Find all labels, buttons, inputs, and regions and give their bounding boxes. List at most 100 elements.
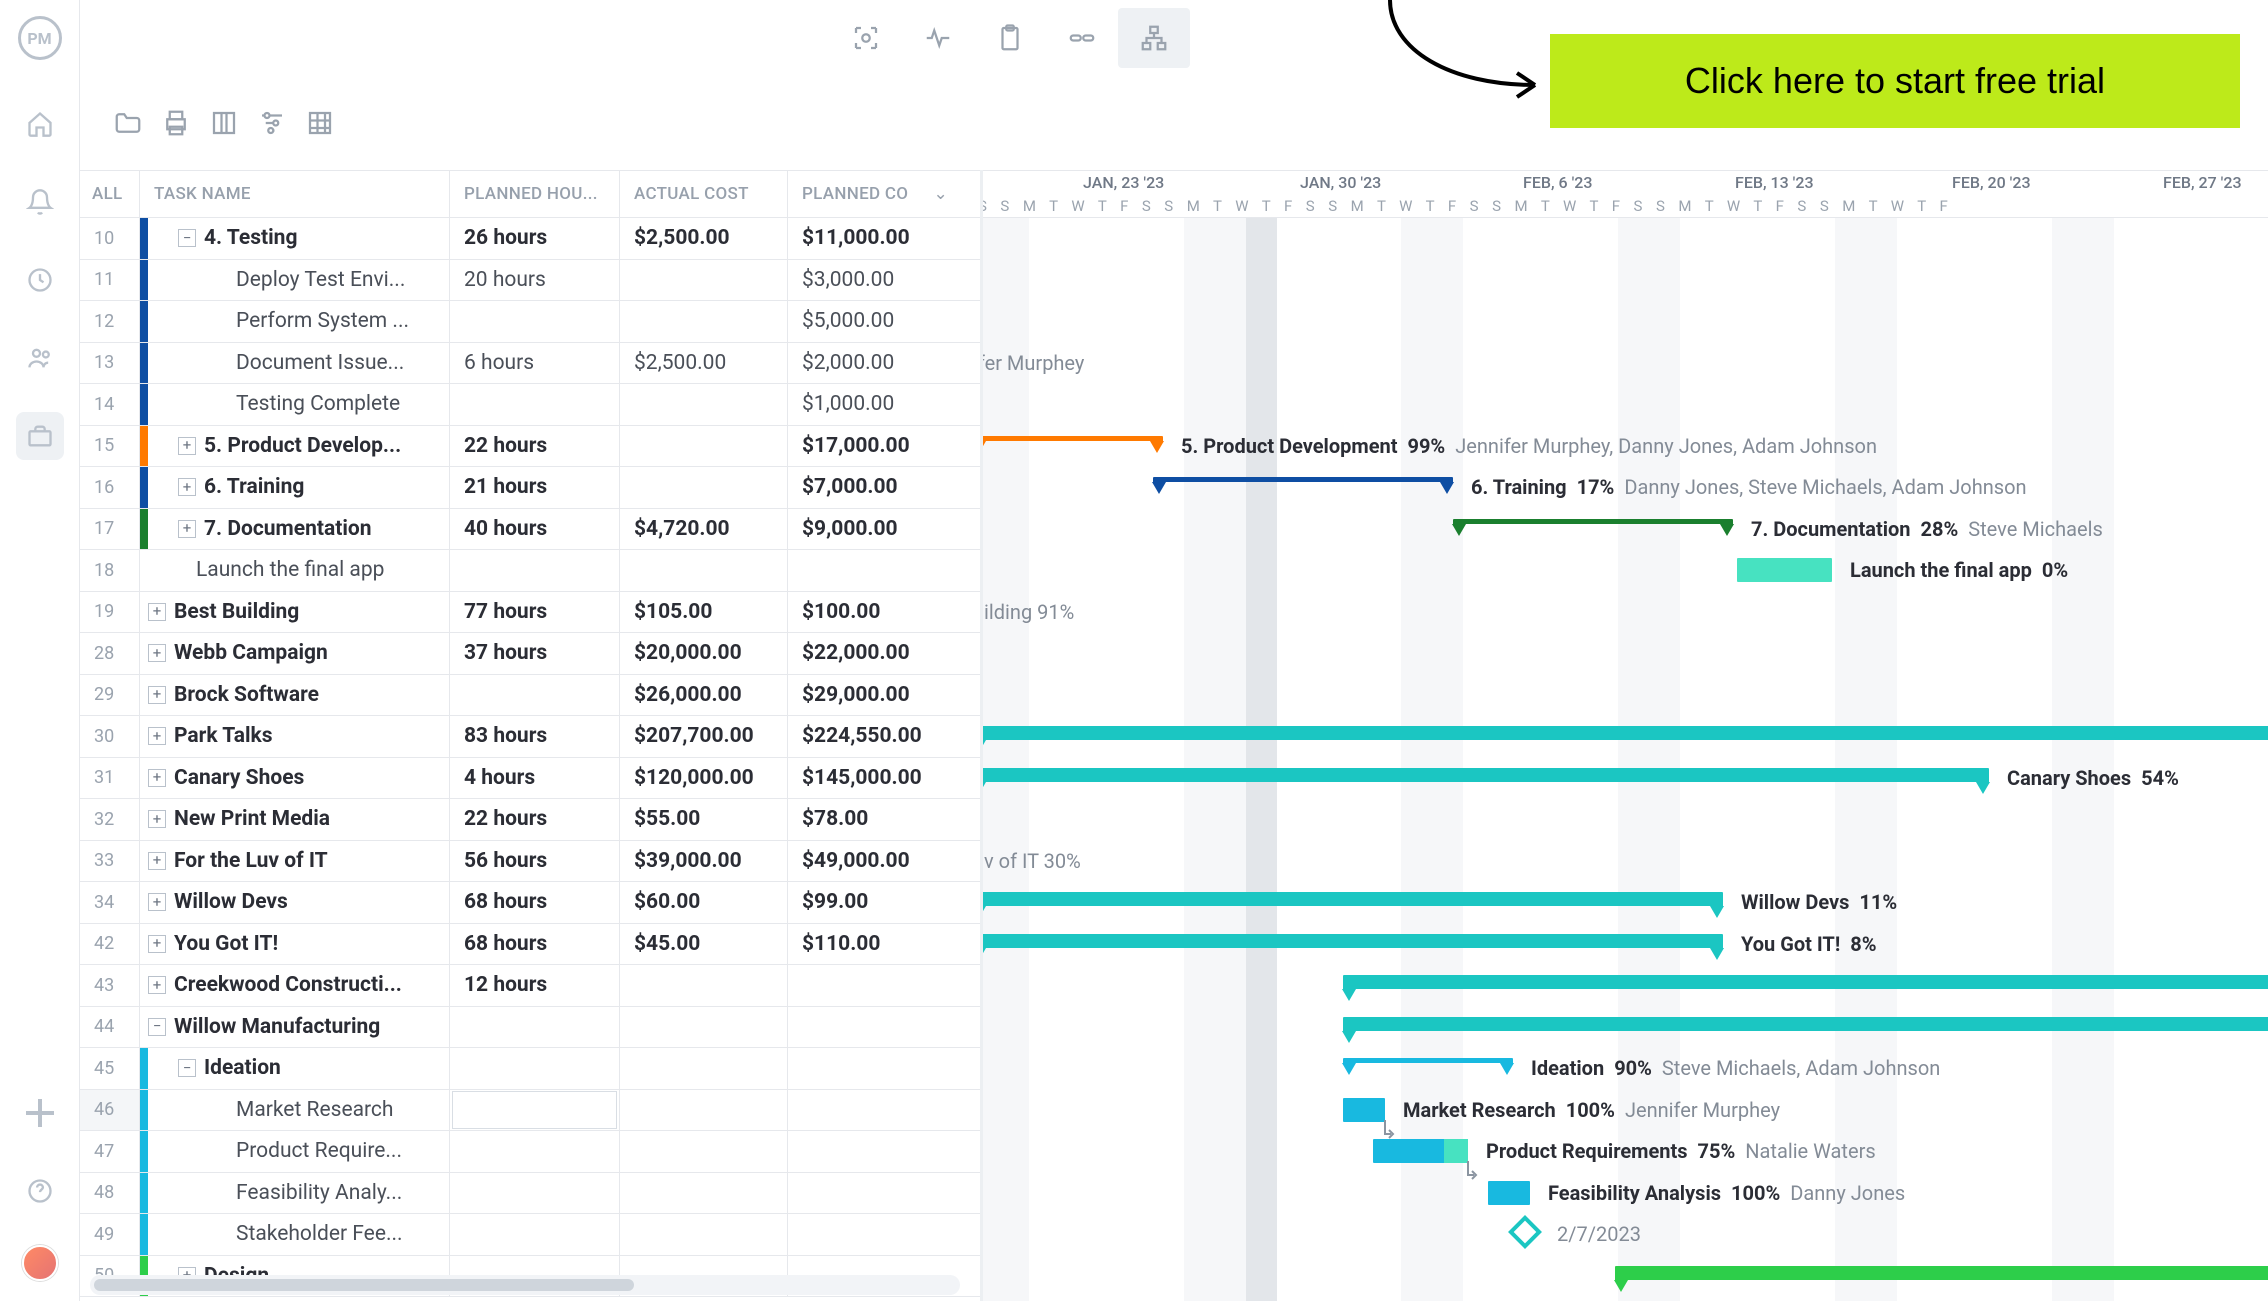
- col-planned-cost[interactable]: PLANNED CO⌄: [788, 171, 958, 217]
- expander-icon[interactable]: +: [148, 769, 166, 787]
- hierarchy-icon[interactable]: [1118, 8, 1190, 68]
- table-row[interactable]: 30+Park Talks83 hours$207,700.00$224,550…: [80, 716, 980, 758]
- expander-icon[interactable]: +: [148, 852, 166, 870]
- milestone-icon[interactable]: [1508, 1215, 1542, 1249]
- gantt-label: 7. Documentation28%Steve Michaels: [1751, 517, 2103, 541]
- table-row[interactable]: 12Perform System ...$5,000.00: [80, 301, 980, 343]
- table-row[interactable]: 13Document Issue...6 hours$2,500.00$2,00…: [80, 343, 980, 385]
- scrollbar-thumb[interactable]: [94, 1279, 634, 1291]
- folder-icon[interactable]: [110, 105, 146, 141]
- avatar[interactable]: [22, 1245, 58, 1281]
- table-row[interactable]: 11Deploy Test Envi...20 hours$3,000.00: [80, 260, 980, 302]
- start-free-trial-button[interactable]: Click here to start free trial: [1550, 34, 2240, 128]
- plus-icon[interactable]: [16, 1089, 64, 1137]
- table-row[interactable]: 17+7. Documentation40 hours$4,720.00$9,0…: [80, 509, 980, 551]
- activity-icon[interactable]: [902, 8, 974, 68]
- table-row[interactable]: 10−4. Testing26 hours$2,500.00$11,000.00: [80, 218, 980, 260]
- sidebar: PM: [0, 0, 80, 1301]
- expander-icon[interactable]: −: [178, 229, 196, 247]
- filter-icon[interactable]: [254, 105, 290, 141]
- table-row[interactable]: 43+Creekwood Constructi...12 hours: [80, 965, 980, 1007]
- col-planned-hours[interactable]: PLANNED HOU...: [450, 171, 620, 217]
- gantt-label: Market Research100%Jennifer Murphey: [1403, 1098, 1780, 1122]
- table-row[interactable]: 16+6. Training21 hours$7,000.00: [80, 467, 980, 509]
- gantt-label: 5. Product Development99%Jennifer Murphe…: [1181, 434, 1877, 458]
- col-task[interactable]: TASK NAME: [140, 171, 450, 217]
- briefcase-icon[interactable]: [16, 412, 64, 460]
- help-icon[interactable]: [16, 1167, 64, 1215]
- gantt-bar[interactable]: [1737, 558, 1832, 582]
- zoom-fit-icon[interactable]: [830, 8, 902, 68]
- gantt-label: uv of IT 30%: [980, 849, 1081, 873]
- gantt-bar[interactable]: [1343, 1017, 2268, 1039]
- gantt-label: Ideation90%Steve Michaels, Adam Johnson: [1531, 1056, 1940, 1080]
- expander-icon[interactable]: +: [148, 810, 166, 828]
- gantt-label: 6. Training17%Danny Jones, Steve Michael…: [1471, 475, 2027, 499]
- expander-icon[interactable]: +: [148, 603, 166, 621]
- gantt-bar[interactable]: [980, 436, 1163, 453]
- expander-icon[interactable]: +: [148, 976, 166, 994]
- table-row[interactable]: 15+5. Product Develop...22 hours$17,000.…: [80, 426, 980, 468]
- table-row[interactable]: 49Stakeholder Fee...: [80, 1214, 980, 1256]
- gantt-bar[interactable]: [1488, 1181, 1530, 1205]
- expander-icon[interactable]: +: [178, 520, 196, 538]
- cell-editor[interactable]: [452, 1091, 617, 1129]
- table-row[interactable]: 14Testing Complete$1,000.00: [80, 384, 980, 426]
- print-icon[interactable]: [158, 105, 194, 141]
- expander-icon[interactable]: +: [178, 437, 196, 455]
- gantt-bar[interactable]: [980, 934, 1723, 956]
- columns-icon[interactable]: [206, 105, 242, 141]
- chevron-down-icon[interactable]: ⌄: [933, 184, 948, 204]
- table-row[interactable]: 44−Willow Manufacturing: [80, 1007, 980, 1049]
- table-row[interactable]: 19+Best Building77 hours$105.00$100.00: [80, 592, 980, 634]
- expander-icon[interactable]: −: [148, 1018, 166, 1036]
- gantt-label: Product Requirements75%Natalie Waters: [1486, 1139, 1876, 1163]
- grid-icon[interactable]: [302, 105, 338, 141]
- gantt-label: Willow Devs11%: [1741, 890, 1897, 914]
- gantt-label: You Got IT!8%: [1741, 932, 1877, 956]
- team-icon[interactable]: [16, 334, 64, 382]
- gantt-bar[interactable]: [1453, 519, 1733, 536]
- expander-icon[interactable]: +: [178, 478, 196, 496]
- gantt-bar[interactable]: [1373, 1139, 1468, 1163]
- gantt-chart[interactable]: S S M T W T F S S M T W T F S S M T W T …: [980, 170, 2268, 1301]
- expander-icon[interactable]: +: [148, 686, 166, 704]
- table-row[interactable]: 32+New Print Media22 hours$55.00$78.00: [80, 799, 980, 841]
- clipboard-icon[interactable]: [974, 8, 1046, 68]
- gantt-bar[interactable]: [980, 726, 2268, 748]
- home-icon[interactable]: [16, 100, 64, 148]
- gantt-bar[interactable]: [1343, 1058, 1513, 1075]
- table-row[interactable]: 31+Canary Shoes4 hours$120,000.00$145,00…: [80, 758, 980, 800]
- gantt-label: uilding 91%: [980, 600, 1074, 624]
- table-row[interactable]: 42+You Got IT!68 hours$45.00$110.00: [80, 924, 980, 966]
- table-row[interactable]: 33+For the Luv of IT56 hours$39,000.00$4…: [80, 841, 980, 883]
- link-icon[interactable]: [1046, 8, 1118, 68]
- gantt-bar[interactable]: [980, 892, 1723, 914]
- expander-icon[interactable]: +: [148, 644, 166, 662]
- gantt-bar[interactable]: [1343, 1098, 1385, 1122]
- table-row[interactable]: 18Launch the final app: [80, 550, 980, 592]
- gantt-bar[interactable]: [1343, 975, 2268, 997]
- table-row[interactable]: 47Product Require...: [80, 1131, 980, 1173]
- horizontal-scrollbar[interactable]: [90, 1275, 960, 1295]
- table-row[interactable]: 34+Willow Devs68 hours$60.00$99.00: [80, 882, 980, 924]
- table-row[interactable]: 29+Brock Software$26,000.00$29,000.00: [80, 675, 980, 717]
- expander-icon[interactable]: +: [148, 935, 166, 953]
- col-all[interactable]: ALL: [80, 171, 140, 217]
- expander-icon[interactable]: +: [148, 727, 166, 745]
- table-row[interactable]: 45−Ideation: [80, 1048, 980, 1090]
- col-actual-cost[interactable]: ACTUAL COST: [620, 171, 788, 217]
- gantt-bar[interactable]: [1153, 477, 1453, 494]
- gantt-bar[interactable]: [1615, 1266, 2268, 1288]
- logo[interactable]: PM: [18, 16, 62, 60]
- clock-icon[interactable]: [16, 256, 64, 304]
- expander-icon[interactable]: +: [148, 893, 166, 911]
- bell-icon[interactable]: [16, 178, 64, 226]
- gantt-bar[interactable]: [980, 768, 1989, 790]
- table-row[interactable]: 48Feasibility Analy...: [80, 1173, 980, 1215]
- expander-icon[interactable]: −: [178, 1059, 196, 1077]
- table-row[interactable]: 28+Webb Campaign37 hours$20,000.00$22,00…: [80, 633, 980, 675]
- toolbar: [110, 105, 338, 141]
- table-row[interactable]: 46Market Research: [80, 1090, 980, 1132]
- task-grid: ALL TASK NAME PLANNED HOU... ACTUAL COST…: [80, 170, 980, 1301]
